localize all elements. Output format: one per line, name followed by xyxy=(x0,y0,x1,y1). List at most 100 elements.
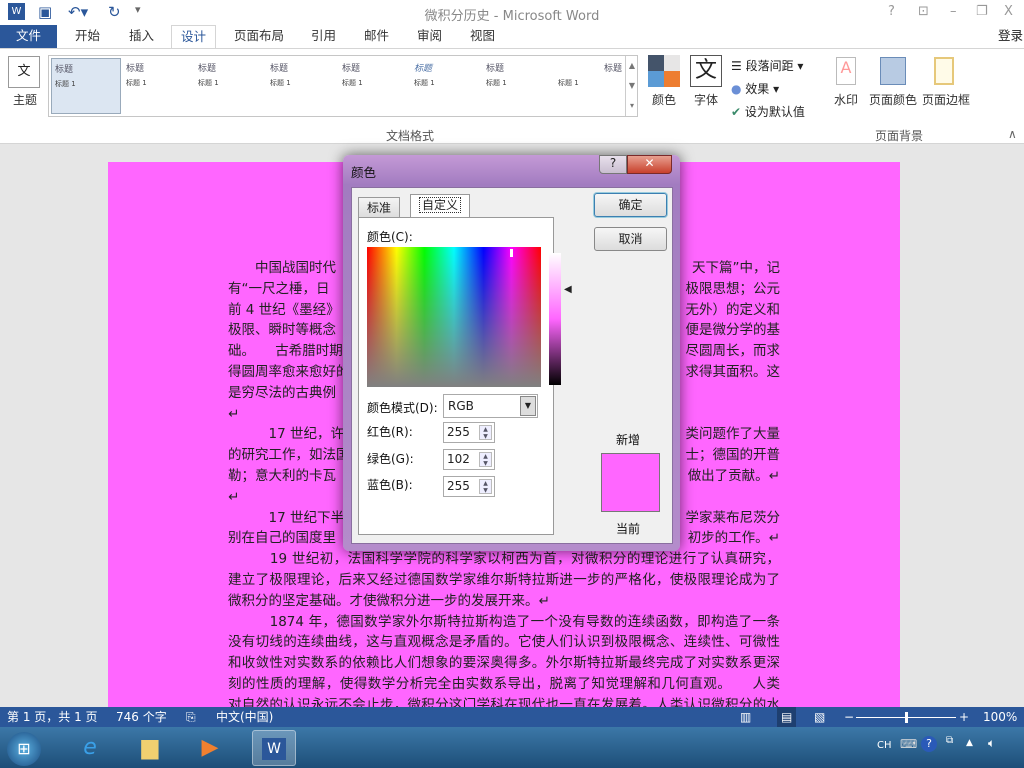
line-text-left: ↵ xyxy=(228,488,240,505)
colors-button[interactable]: 颜色 xyxy=(646,91,682,108)
themes-icon[interactable]: 文 xyxy=(8,56,40,88)
effects-button[interactable]: ● 效果 ▾ xyxy=(731,80,779,97)
document-line[interactable]: 和收敛性对实数系的依赖比人们想象的要深奥得多。外尔斯特拉斯最终完成了对实数系更深 xyxy=(228,653,780,674)
print-layout-icon[interactable]: ▤ xyxy=(777,707,797,727)
spectrum-crosshair[interactable] xyxy=(510,249,513,257)
page-count[interactable]: 第 1 页，共 1 页 xyxy=(7,707,98,727)
tab-custom[interactable]: 自定义 xyxy=(410,194,471,218)
zoom-slider[interactable] xyxy=(856,712,956,723)
watermark-button[interactable]: 水印 xyxy=(830,91,862,108)
page-color-button[interactable]: 页面颜色 xyxy=(867,91,919,108)
ime-indicator[interactable]: CH xyxy=(877,740,892,751)
line-text-right: 极限思想；公元 xyxy=(685,280,781,297)
fonts-icon[interactable]: 文 xyxy=(690,55,722,87)
web-layout-icon[interactable]: ▧ xyxy=(814,707,825,727)
ribbon-display-button[interactable]: ⊡ xyxy=(918,4,929,19)
themes-button[interactable]: 主题 xyxy=(6,91,44,108)
sign-in-link[interactable]: 登录 xyxy=(998,25,1023,44)
colors-icon[interactable] xyxy=(648,55,680,87)
check-icon: ✔ xyxy=(731,105,745,119)
maximize-button[interactable]: ❐ xyxy=(976,4,988,19)
gallery-scroll[interactable]: ▲ ▼ ▾ xyxy=(625,56,638,116)
tab-mailings[interactable]: 邮件 xyxy=(355,25,398,48)
style-set-item[interactable]: 标题 标题 1 xyxy=(411,58,481,114)
luminance-arrow-icon[interactable]: ◀ xyxy=(564,284,572,295)
page-color-icon[interactable] xyxy=(880,57,906,85)
internet-explorer-icon[interactable]: e xyxy=(68,730,112,766)
set-default-button[interactable]: ✔ 设为默认值 xyxy=(731,103,805,120)
line-text-right: 天下篇”中，记 xyxy=(692,260,780,276)
color-mode-select[interactable]: RGB ▼ xyxy=(443,394,538,418)
collapse-ribbon-icon[interactable]: ∧ xyxy=(1008,127,1017,141)
close-button[interactable]: X xyxy=(1004,4,1013,19)
line-text-left: ↵ xyxy=(228,405,240,422)
style-set-item[interactable]: 标题 标题 1 xyxy=(483,58,553,114)
line-text-left: 得圆周率愈来愈好的 xyxy=(228,364,350,380)
paragraph-spacing-button[interactable]: ☰ 段落间距 ▾ xyxy=(731,57,803,74)
page-borders-button[interactable]: 页面边框 xyxy=(920,91,972,108)
page-borders-icon[interactable] xyxy=(934,57,954,85)
style-set-item[interactable]: 标题 标题 1 xyxy=(195,58,265,114)
style-set-item[interactable]: 标题 标题 1 xyxy=(123,58,193,114)
spinner-icon: ▲ ▼ xyxy=(479,452,492,467)
start-button[interactable]: ⊞ xyxy=(2,730,46,766)
effects-icon: ● xyxy=(731,82,746,96)
cancel-button[interactable]: 取消 xyxy=(594,227,667,251)
document-line[interactable]: 刻的性质的理解，使得数学分析完全由实数系导出，脱离了知觉理解和几何直观。 人类 xyxy=(228,674,780,695)
read-mode-icon[interactable]: ▥ xyxy=(740,707,751,727)
green-input[interactable]: 102 ▲ ▼ xyxy=(443,449,495,470)
ok-button[interactable]: 确定 xyxy=(594,193,667,217)
tab-home[interactable]: 开始 xyxy=(66,25,109,48)
language[interactable]: 中文(中国) xyxy=(216,707,273,727)
zoom-level[interactable]: 100% xyxy=(983,707,1017,727)
group-label-page-background: 页面背景 xyxy=(875,129,924,143)
blue-input[interactable]: 255 ▲ ▼ xyxy=(443,476,495,497)
status-bar: 第 1 页，共 1 页 746 个字 ⎘ 中文(中国) ▥ ▤ ▧ − + 10… xyxy=(0,707,1024,727)
watermark-icon[interactable]: A xyxy=(836,57,856,85)
style-set-item[interactable]: 标题 标题 1 xyxy=(51,58,121,114)
document-line[interactable]: 1874 年，德国数学家外尔斯特拉斯构造了一个没有导数的连续函数，即构造了一条 xyxy=(228,612,780,633)
chevron-down-icon: ▼ xyxy=(520,396,536,416)
tab-file[interactable]: 文件 xyxy=(0,25,57,48)
style-set-item[interactable]: 标题 标题 1 xyxy=(339,58,409,114)
document-line[interactable]: 对自然的认识永远不会止步，微积分这门学科在现代也一直在发展着。人类认识微积分的水 xyxy=(228,695,780,707)
tab-references[interactable]: 引用 xyxy=(302,25,345,48)
group-label-document-formatting: 文档格式 xyxy=(386,129,435,143)
document-line[interactable]: 没有切线的连续曲线，这与直观概念是矛盾的。它使人们认识到极限概念、连续性、可微性 xyxy=(228,632,780,653)
media-player-icon[interactable]: ▶ xyxy=(188,730,232,766)
style-set-item[interactable]: 标题 标题 1 xyxy=(555,58,625,114)
help-button[interactable]: ? xyxy=(888,4,895,19)
tab-review[interactable]: 审阅 xyxy=(408,25,451,48)
zoom-out-button[interactable]: − xyxy=(844,707,854,727)
document-line[interactable]: 19 世纪初，法国科学学院的科学家以柯西为首，对微积分的理论进行了认真研究， xyxy=(228,549,780,570)
document-line[interactable]: 微积分的坚定基础。才使微积分进一步的发展开来。↵ xyxy=(228,591,780,612)
proofing-icon[interactable]: ⎘ xyxy=(186,707,196,727)
volume-icon[interactable]: 🔈︎ xyxy=(988,736,995,751)
tab-insert[interactable]: 插入 xyxy=(120,25,163,48)
keyboard-icon[interactable]: ⌨ xyxy=(900,737,917,751)
fonts-button[interactable]: 字体 xyxy=(688,91,724,108)
tray-options-icon[interactable]: ⧉ xyxy=(946,735,953,746)
dialog-close-button[interactable]: ✕ xyxy=(627,155,672,174)
document-line[interactable]: 建立了极限理论，后来又经过德国数学家维尔斯特拉斯进一步的严格化，使极限理论成为了 xyxy=(228,570,780,591)
dialog-help-button[interactable]: ? xyxy=(599,155,627,174)
help-icon[interactable]: ? xyxy=(921,736,937,752)
minimize-button[interactable]: – xyxy=(950,4,957,19)
luminance-slider[interactable] xyxy=(549,253,561,385)
zoom-slider-thumb[interactable] xyxy=(905,712,908,723)
color-spectrum[interactable] xyxy=(367,247,541,387)
red-input[interactable]: 255 ▲ ▼ xyxy=(443,422,495,443)
word-taskbar-icon[interactable]: W xyxy=(252,730,296,766)
file-explorer-icon[interactable]: ▆ xyxy=(128,730,172,766)
tab-standard[interactable]: 标准 xyxy=(358,197,401,219)
style-set-gallery: 标题 标题 1 标题 标题 1 标题 标题 1 标题 标题 1 标题 标题 1 标题 标题 … xyxy=(48,55,638,117)
line-text-left: 础。 古希腊时期 xyxy=(228,343,343,360)
word-count[interactable]: 746 个字 xyxy=(116,707,167,727)
zoom-in-button[interactable]: + xyxy=(959,707,969,727)
tab-view[interactable]: 视图 xyxy=(461,25,504,48)
tab-layout[interactable]: 页面布局 xyxy=(225,25,293,48)
show-hidden-icons[interactable]: ▲ xyxy=(966,738,973,748)
style-set-item[interactable]: 标题 标题 1 xyxy=(267,58,337,114)
tab-design[interactable]: 设计 xyxy=(171,25,217,49)
line-text-right: 士；德国的开普 xyxy=(685,447,781,464)
